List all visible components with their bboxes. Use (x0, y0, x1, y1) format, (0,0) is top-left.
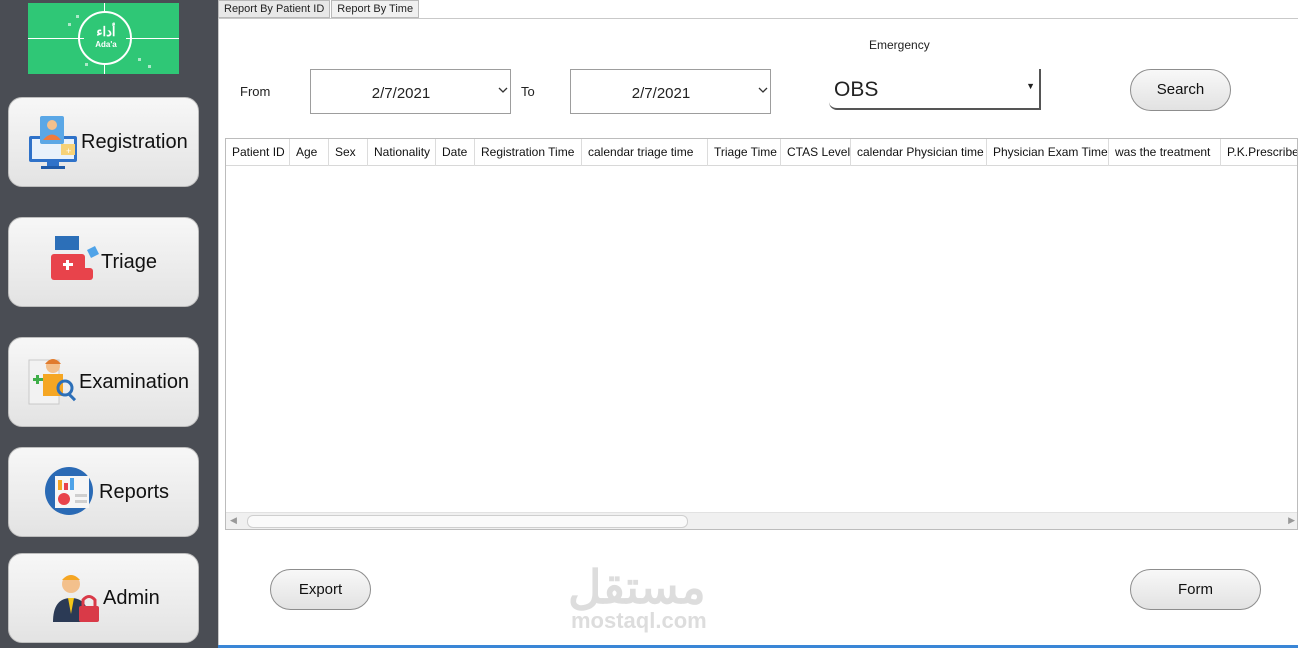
doctor-report-icon (25, 354, 81, 410)
column-header[interactable]: Nationality (368, 139, 436, 166)
tab-report-by-time[interactable]: Report By Time (331, 0, 420, 18)
nav-registration-button[interactable]: + Registration (8, 97, 199, 187)
svg-text:+: + (66, 146, 71, 156)
column-header[interactable]: Age (290, 139, 329, 166)
to-date-picker[interactable]: 2/7/2021 (570, 69, 771, 114)
report-tabs: Report By Patient ID Report By Time (218, 0, 420, 18)
first-aid-kit-icon (49, 234, 105, 290)
emergency-select-value: OBS (834, 78, 879, 101)
logo-latin-text: Ada'a (95, 40, 117, 49)
tab-report-by-patient-id[interactable]: Report By Patient ID (218, 0, 331, 18)
chevron-down-icon[interactable] (758, 84, 768, 98)
export-button[interactable]: Export (270, 569, 371, 610)
from-date-picker[interactable]: 2/7/2021 (310, 69, 511, 114)
column-header[interactable]: Registration Time (475, 139, 582, 166)
emergency-label: Emergency (869, 38, 930, 52)
from-date-value: 2/7/2021 (371, 85, 431, 102)
nav-admin-label: Admin (103, 586, 160, 609)
chevron-down-icon[interactable] (498, 84, 508, 98)
column-header[interactable]: Sex (329, 139, 368, 166)
column-header[interactable]: Date (436, 139, 475, 166)
dropdown-arrow-icon[interactable]: ▼ (1026, 81, 1035, 91)
reports-chart-icon (45, 464, 101, 520)
scrollbar-thumb[interactable] (247, 515, 688, 528)
nav-reports-label: Reports (99, 480, 170, 503)
nav-triage-label: Triage (101, 250, 157, 273)
logo-arabic-text: أداء (96, 24, 116, 39)
watermark-latin: mostaql.com (571, 608, 707, 633)
adaa-logo: أداء Ada'a (28, 3, 179, 74)
column-header[interactable]: Patient ID (226, 139, 290, 166)
scroll-right-arrow-icon[interactable]: ▶ (1288, 515, 1295, 526)
emergency-select[interactable]: OBS ▼ (829, 69, 1041, 110)
from-label: From (240, 84, 271, 99)
column-header[interactable]: P.K.Prescribed (1221, 139, 1297, 166)
nav-examination-label: Examination (79, 370, 190, 393)
column-header[interactable]: was the treatment (1109, 139, 1221, 166)
sidebar: أداء Ada'a + Registration Triage Examina… (0, 0, 218, 648)
column-header[interactable]: Triage Time (708, 139, 781, 166)
nav-reports-button[interactable]: Reports (8, 447, 199, 537)
column-header[interactable]: calendar Physician time (851, 139, 987, 166)
registration-monitor-icon: + (25, 114, 81, 170)
nav-registration-label: Registration (81, 130, 188, 153)
column-header[interactable]: Physician Exam Time (987, 139, 1109, 166)
table-header-row: Patient ID Age Sex Nationality Date Registrat… (226, 139, 1297, 166)
to-label: To (521, 84, 535, 99)
search-button[interactable]: Search (1130, 69, 1231, 111)
to-date-value: 2/7/2021 (631, 85, 691, 102)
nav-admin-button[interactable]: Admin (8, 553, 199, 643)
admin-lock-icon (49, 570, 105, 626)
horizontal-scrollbar[interactable]: ◀ ▶ (226, 512, 1297, 529)
patient-report-table[interactable]: Patient ID Age Sex Nationality Date Registrat… (225, 138, 1298, 530)
column-header[interactable]: CTAS Level (781, 139, 851, 166)
column-header[interactable]: calendar triage time (582, 139, 708, 166)
scroll-left-arrow-icon[interactable]: ◀ (230, 515, 237, 526)
form-button[interactable]: Form (1130, 569, 1261, 610)
nav-triage-button[interactable]: Triage (8, 217, 199, 307)
nav-examination-button[interactable]: Examination (8, 337, 199, 427)
watermark-arabic: مستقل (568, 561, 706, 613)
